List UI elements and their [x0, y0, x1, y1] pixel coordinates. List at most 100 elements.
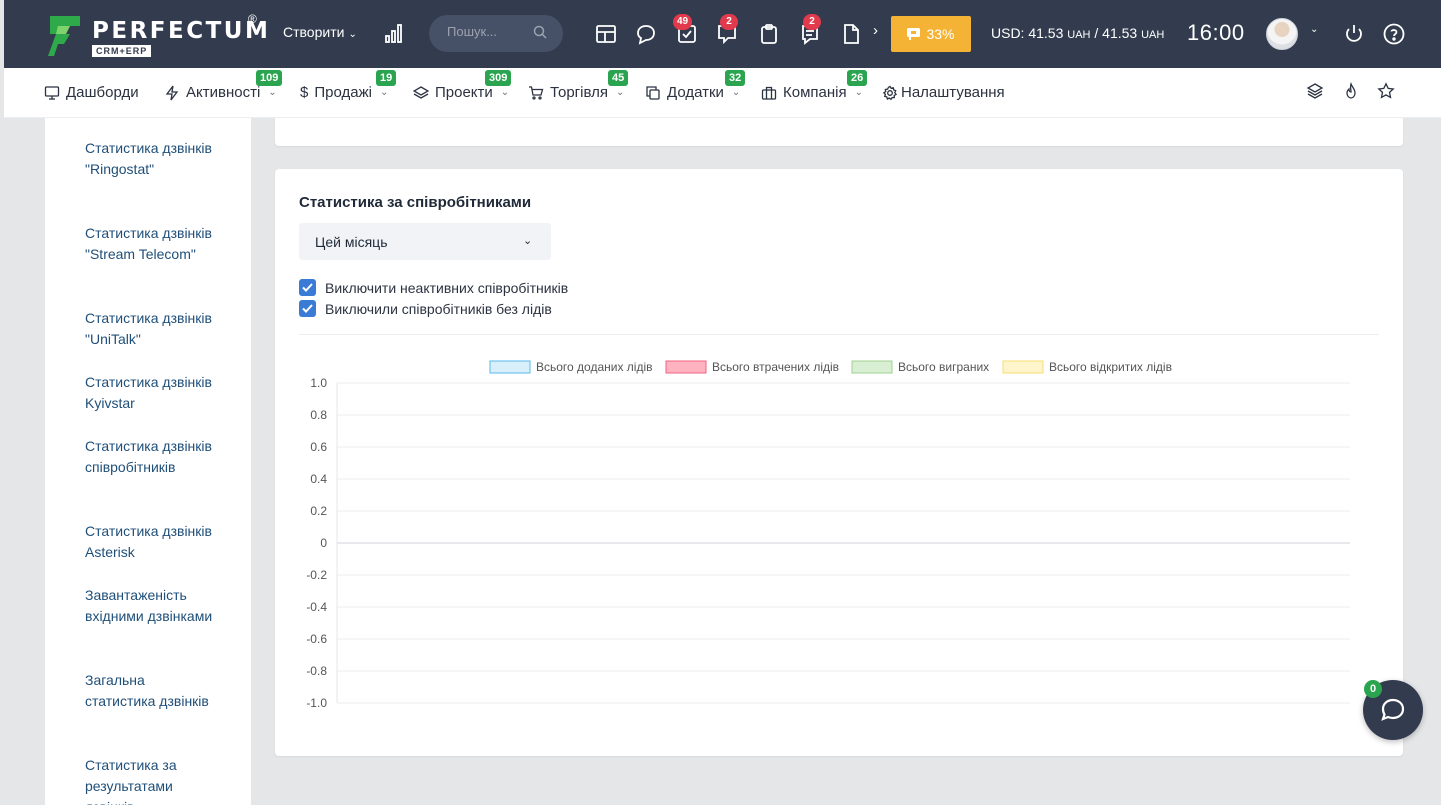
nav-dashboards[interactable]: Дашборди	[44, 84, 139, 101]
sidebar-link-ringostat[interactable]: Статистика дзвінків "Ringostat"	[85, 138, 215, 180]
sidebar-link-incoming-load[interactable]: Завантаженість вхідними дзвінками	[85, 585, 215, 627]
nav-activities[interactable]: Активності ⌄ 109	[164, 70, 283, 101]
nav-projects[interactable]: Проекти ⌄ 309	[413, 70, 512, 101]
currency-mid: / 41.53	[1090, 25, 1142, 41]
star-icon[interactable]	[1377, 82, 1395, 100]
y-tick-label: -0.2	[306, 568, 327, 582]
calendar-table-icon[interactable]	[594, 22, 618, 46]
document-icon[interactable]	[839, 22, 863, 46]
perfectum-logo[interactable]: PERFECTUM ® CRM+ERP	[46, 12, 268, 58]
sidebar-link-unitalk[interactable]: Статистика дзвінків "UniTalk"	[85, 308, 215, 350]
nav-company[interactable]: Компанія ⌄ 26	[761, 70, 868, 101]
currency-unit: UAH	[1141, 29, 1165, 41]
notes-badge: 2	[803, 14, 821, 30]
bar-chart-icon[interactable]	[384, 22, 406, 44]
search-input[interactable]	[447, 24, 527, 39]
nav-addons[interactable]: Додатки ⌄ 32	[645, 70, 746, 101]
sidebar-link-call-results[interactable]: Статистика за результатами дзвінків	[85, 755, 215, 805]
sidebar-link-asterisk[interactable]: Статистика дзвінків Asterisk	[85, 521, 215, 563]
chat-bubble-icon[interactable]	[634, 22, 658, 46]
y-tick-label: 0.8	[310, 408, 327, 422]
y-tick-label: 0.6	[310, 440, 327, 454]
sidebar-link-employee-calls[interactable]: Статистика дзвінків співробітників	[85, 436, 215, 478]
nav-badge: 26	[847, 70, 868, 86]
search-box[interactable]	[429, 15, 563, 52]
chevron-down-icon: ⌄	[348, 29, 357, 40]
search-icon[interactable]	[533, 25, 547, 39]
nav-badge: 45	[608, 70, 629, 86]
employee-stats-card: Статистика за співробітниками Цей місяць…	[275, 169, 1403, 756]
dollar-icon: $	[300, 84, 309, 101]
previous-card	[275, 118, 1403, 146]
y-tick-label: 0	[320, 536, 327, 550]
y-tick-label: -0.6	[306, 632, 327, 646]
leads-chart: Всього доданих лідів Всього втрачених лід…	[306, 360, 1350, 710]
legend-label: Всього виграних	[898, 360, 989, 374]
y-tick-label: 0.4	[310, 472, 327, 486]
create-label: Створити	[283, 24, 345, 40]
logo-text: PERFECTUM	[92, 18, 271, 44]
legend-label: Всього доданих лідів	[536, 360, 653, 374]
chart-grid	[336, 382, 1350, 704]
y-tick-label: 0.2	[310, 504, 327, 518]
legend-label: Всього відкритих лідів	[1049, 360, 1172, 374]
building-icon	[761, 86, 777, 100]
nav-trade[interactable]: Торгівля ⌄ 45	[528, 70, 629, 101]
more-icons-arrow[interactable]: ›	[873, 22, 878, 39]
chart-y-ticks: 1.0 0.8 0.6 0.4 0.2 0 -0.2 -0.4 -0.6 -0.8 -1.0	[306, 376, 327, 710]
chevron-down-icon: ⌄	[854, 87, 863, 98]
sidebar-link-kyivstar[interactable]: Статистика дзвінків Kyivstar	[85, 372, 215, 414]
nav-settings[interactable]: Налаштування	[882, 84, 1005, 101]
nav-badge: 309	[485, 70, 512, 86]
progress-label: 33%	[926, 26, 955, 42]
legend-swatch	[851, 360, 893, 374]
nav-sales[interactable]: $ Продажі ⌄ 19	[300, 70, 397, 101]
legend-swatch	[1002, 360, 1044, 374]
chevron-down-icon: ⌄	[268, 87, 277, 98]
nav-badge: 109	[256, 70, 283, 86]
create-dropdown-button[interactable]: Створити ⌄	[283, 24, 357, 40]
chevron-down-icon: ⌄	[379, 87, 389, 98]
sidebar-link-stream-telecom[interactable]: Статистика дзвінків "Stream Telecom"	[85, 223, 215, 265]
nav-label: Активності	[186, 84, 261, 101]
chevron-down-icon: ⌄	[500, 87, 510, 98]
chart-legend: Всього доданих лідів Всього втрачених лід…	[489, 360, 1172, 374]
progress-button[interactable]: 33%	[891, 16, 971, 52]
nav-label: Проекти	[435, 84, 493, 101]
chat-widget-badge: 0	[1364, 680, 1382, 698]
logo-subtitle: CRM+ERP	[92, 45, 152, 57]
help-icon[interactable]	[1382, 22, 1406, 46]
user-avatar[interactable]	[1266, 18, 1298, 50]
nav-label: Торгівля	[550, 84, 608, 101]
legend-swatch	[489, 360, 531, 374]
sidebar-link-general-stats[interactable]: Загальна статистика дзвінків	[85, 670, 215, 712]
nav-label: Дашборди	[66, 84, 139, 101]
layers-icon[interactable]	[1306, 82, 1324, 100]
power-icon[interactable]	[1342, 22, 1366, 46]
clipboard-icon[interactable]	[757, 22, 781, 46]
flame-icon[interactable]	[1342, 82, 1360, 100]
cart-icon	[529, 85, 544, 100]
y-tick-label: -1.0	[306, 696, 327, 710]
nav-badge: 19	[376, 70, 397, 86]
chat-bubble-icon	[1381, 698, 1405, 721]
nav-label: Додатки	[667, 84, 724, 101]
legend-label: Всього втрачених лідів	[712, 360, 839, 374]
main-nav: Дашборди Активності ⌄ 109 $ Продажі ⌄ 19 П…	[4, 68, 1441, 118]
legend-swatch	[665, 360, 707, 374]
gear-icon	[882, 85, 898, 100]
y-tick-label: -0.4	[306, 600, 327, 614]
nav-label: Налаштування	[901, 84, 1005, 101]
chevron-down-icon: ⌄	[731, 87, 741, 98]
y-tick-label: 1.0	[310, 376, 327, 390]
logo-registered-mark: ®	[248, 12, 257, 26]
bolt-icon	[165, 85, 179, 100]
clock: 16:00	[1187, 20, 1245, 45]
nav-badge: 32	[725, 70, 746, 86]
tasks-badge: 49	[673, 14, 693, 30]
copy-icon	[646, 85, 660, 100]
chevron-down-icon[interactable]: ⌄	[1310, 24, 1318, 35]
nav-label: Продажі	[314, 84, 372, 101]
y-tick-label: -0.8	[306, 664, 327, 678]
monitor-icon	[44, 85, 60, 100]
